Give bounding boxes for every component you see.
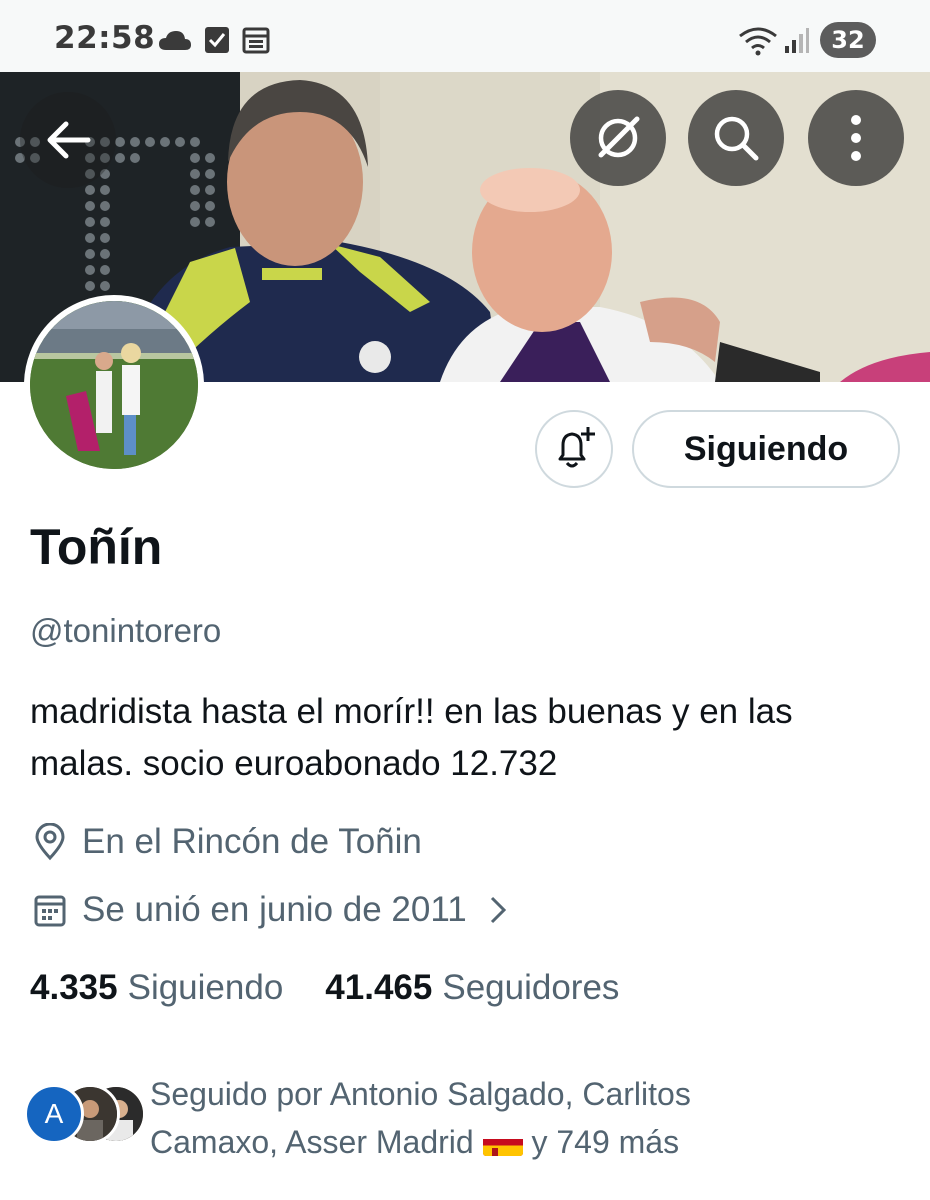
grok-button[interactable] <box>570 90 666 186</box>
search-button[interactable] <box>688 90 784 186</box>
more-options-button[interactable] <box>808 90 904 186</box>
follow-stats: 4.335 Siguiendo 41.465 Seguidores <box>30 968 661 1008</box>
location-text: En el Rincón de Toñin <box>82 822 422 861</box>
profile-bio: madridista hasta el morír!! en las buena… <box>30 692 793 783</box>
status-bar: 22:58 32 <box>0 0 930 72</box>
profile-avatar[interactable] <box>24 295 204 475</box>
back-button[interactable] <box>20 92 116 188</box>
search-icon <box>714 116 759 161</box>
followed-by-text: Seguido por Antonio Salgado, Carlitos Ca… <box>150 1070 810 1166</box>
location-pin-icon <box>30 822 70 862</box>
followed-by-more: y 749 más <box>531 1124 680 1160</box>
display-name: Toñín <box>30 519 163 575</box>
calendar-icon <box>242 27 270 54</box>
wifi-icon <box>739 27 777 56</box>
location-row: En el Rincón de Toñin <box>30 822 422 862</box>
check-box-icon <box>205 27 229 53</box>
status-time: 22:58 <box>54 20 156 56</box>
following-stat[interactable]: 4.335 Siguiendo <box>30 968 283 1008</box>
grok-icon <box>598 116 640 158</box>
joined-text: Se unió en junio de 2011 <box>82 890 467 929</box>
battery-indicator: 32 <box>820 22 876 58</box>
avatar: A <box>24 1084 84 1144</box>
calendar-icon <box>30 890 70 930</box>
chevron-right-icon <box>489 895 507 925</box>
followers-stat[interactable]: 41.465 Seguidores <box>325 968 619 1008</box>
spain-flag-icon <box>482 1130 523 1156</box>
followed-by-avatars: A <box>24 1084 146 1144</box>
following-label: Siguiendo <box>127 968 284 1007</box>
notifications-button[interactable] <box>535 410 613 488</box>
cloud-icon <box>159 31 191 50</box>
bell-plus-icon <box>558 427 595 468</box>
following-button[interactable]: Siguiendo <box>632 410 900 488</box>
user-handle: @tonintorero <box>30 612 222 649</box>
following-count: 4.335 <box>30 968 118 1007</box>
avatar-photo <box>30 301 198 469</box>
joined-row[interactable]: Se unió en junio de 2011 <box>30 890 507 930</box>
followers-label: Seguidores <box>442 968 620 1007</box>
signal-icon <box>785 28 809 53</box>
followers-count: 41.465 <box>325 968 433 1007</box>
more-vertical-icon <box>851 115 861 161</box>
arrow-left-icon <box>47 121 91 159</box>
